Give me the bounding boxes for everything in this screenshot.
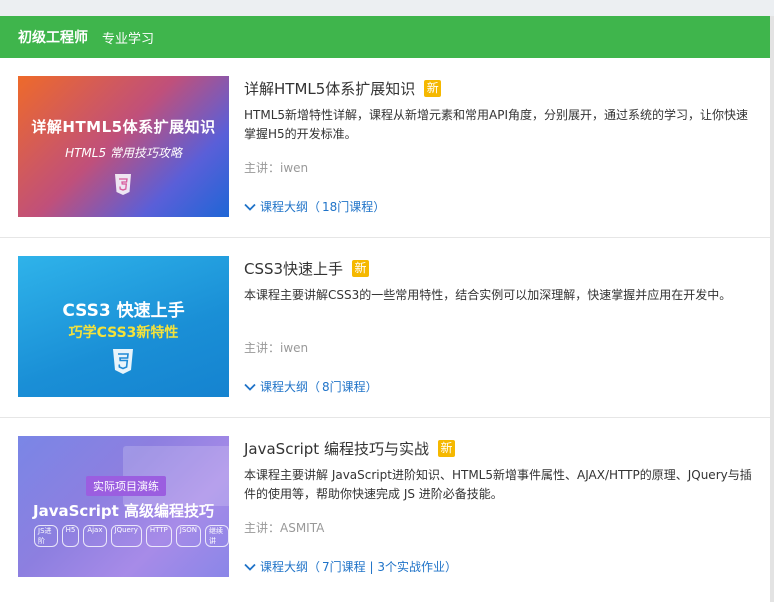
- css3-logo-icon: [113, 349, 133, 374]
- course-outline-toggle[interactable]: 课程大纲（ 18门课程 ）: [244, 198, 385, 215]
- course-description: HTML5新增特性详解，课程从新增元素和常用API角度，分别展开，通过系统的学习…: [244, 108, 749, 141]
- course-description: 本课程主要讲解 JavaScript进阶知识、HTML5新增事件属性、AJAX/…: [244, 468, 752, 501]
- thumbnail-tags: JS进阶 H5 Ajax JQuery HTTP JSON 继续讲: [34, 525, 229, 547]
- thumbnail-tag: JSON: [175, 525, 202, 547]
- chevron-down-icon: [244, 563, 256, 571]
- outline-close: ）: [365, 380, 378, 394]
- course-lecturer: 主讲：ASMITA: [244, 521, 325, 535]
- category-header: 初级工程师 专业学习: [0, 16, 770, 58]
- course-title[interactable]: 详解HTML5体系扩展知识 新: [244, 78, 442, 99]
- thumbnail-badge: 实际项目演练: [86, 476, 166, 496]
- course-lecturer: 主讲：iwen: [244, 161, 309, 175]
- thumbnail-tag: H5: [61, 525, 80, 547]
- course-item: 详解HTML5体系扩展知识 HTML5 常用技巧攻略 详解HTML5体系扩展知识…: [0, 58, 770, 238]
- outline-label: 课程大纲（: [260, 200, 321, 214]
- course-title-text[interactable]: CSS3快速上手: [244, 258, 343, 279]
- html5-logo-icon: [115, 174, 131, 195]
- outline-count: 8门课程: [322, 380, 366, 394]
- outline-close: ）: [373, 200, 386, 214]
- category-subtitle: 专业学习: [102, 31, 155, 47]
- new-badge: 新: [424, 80, 442, 97]
- outline-count: 7门课程 | 3个实战作业: [322, 560, 445, 574]
- outline-label: 课程大纲（: [260, 380, 321, 394]
- course-item: CSS3 快速上手 巧学CSS3新特性 CSS3快速上手 新 本课程主要讲解CS…: [0, 238, 770, 418]
- scrollbar[interactable]: [770, 16, 774, 602]
- thumbnail-tag: 继续讲: [205, 525, 229, 547]
- course-title[interactable]: CSS3快速上手 新: [244, 258, 370, 279]
- chevron-down-icon: [244, 203, 256, 211]
- course-thumbnail[interactable]: 实际项目演练 JavaScript 高级编程技巧 JS进阶 H5 Ajax JQ…: [18, 436, 229, 577]
- category-title: 初级工程师: [18, 30, 88, 46]
- outline-count: 18门课程: [322, 200, 374, 214]
- course-title-text[interactable]: JavaScript 编程技巧与实战: [244, 438, 429, 459]
- new-badge: 新: [352, 260, 370, 277]
- chevron-down-icon: [244, 383, 256, 391]
- course-title-text[interactable]: 详解HTML5体系扩展知识: [244, 78, 415, 99]
- course-lecturer: 主讲：iwen: [244, 341, 309, 355]
- course-panel: 初级工程师 专业学习 详解HTML5体系扩展知识 HTML5 常用技巧攻略 详解…: [0, 16, 770, 602]
- thumbnail-tag: JQuery: [110, 525, 142, 547]
- thumbnail-title: JavaScript 高级编程技巧: [33, 502, 214, 520]
- thumbnail-title: CSS3 快速上手: [62, 301, 185, 321]
- outline-label: 课程大纲（: [260, 560, 321, 574]
- thumbnail-title: 详解HTML5体系扩展知识: [31, 118, 216, 136]
- course-title[interactable]: JavaScript 编程技巧与实战 新: [244, 438, 455, 459]
- thumbnail-subtitle: 巧学CSS3新特性: [68, 325, 179, 341]
- course-outline-toggle[interactable]: 课程大纲（ 7门课程 | 3个实战作业 ）: [244, 558, 457, 575]
- outline-close: ）: [444, 560, 457, 574]
- thumbnail-tag: JS进阶: [34, 525, 58, 547]
- course-outline-toggle[interactable]: 课程大纲（ 8门课程 ）: [244, 378, 378, 395]
- thumbnail-subtitle: HTML5 常用技巧攻略: [65, 146, 182, 160]
- new-badge: 新: [437, 440, 455, 457]
- thumbnail-tag: Ajax: [83, 525, 107, 547]
- course-thumbnail[interactable]: CSS3 快速上手 巧学CSS3新特性: [18, 256, 229, 397]
- course-description: 本课程主要讲解CSS3的一些常用特性，结合实例可以加深理解，快速掌握并应用在开发…: [244, 288, 732, 302]
- course-item: 实际项目演练 JavaScript 高级编程技巧 JS进阶 H5 Ajax JQ…: [0, 418, 770, 598]
- course-thumbnail[interactable]: 详解HTML5体系扩展知识 HTML5 常用技巧攻略: [18, 76, 229, 217]
- thumbnail-tag: HTTP: [145, 525, 172, 547]
